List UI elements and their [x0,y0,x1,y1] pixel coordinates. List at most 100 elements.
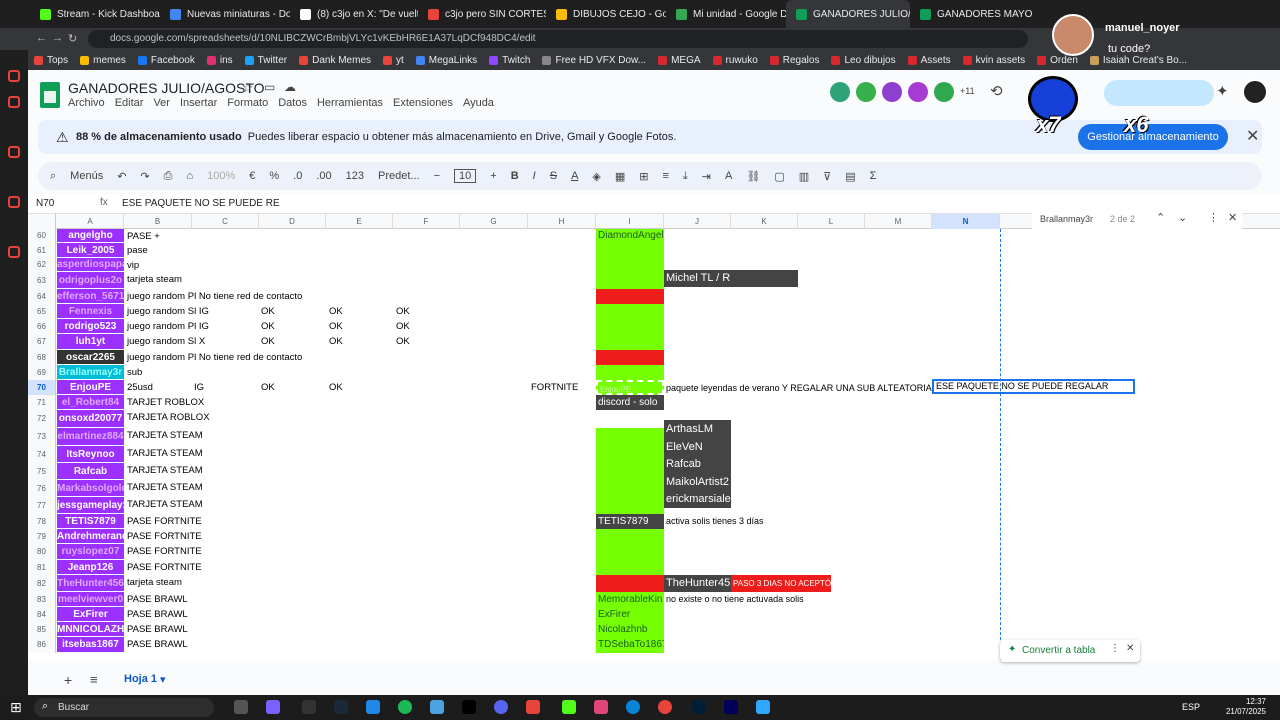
network-cell[interactable]: IG [194,382,204,393]
row-number[interactable]: 74 [28,446,56,463]
italic-icon[interactable]: I [533,170,536,182]
row-number[interactable]: 73 [28,428,56,446]
bookmark-item[interactable]: yt [383,55,404,66]
winner-name-cell[interactable]: Rafcab [57,463,124,480]
verification-cell[interactable]: OK [396,321,410,332]
epic-games-icon[interactable] [302,700,316,714]
winner-name-cell[interactable]: Markabsolgold [57,480,124,497]
row-number[interactable]: 86 [28,637,56,653]
prize-cell[interactable]: vip [127,260,139,271]
row-number[interactable]: 78 [28,514,56,529]
status-cell[interactable] [596,350,664,365]
prize-cell[interactable]: juego random Pl No tiene red de contacto [127,291,302,302]
menu-item[interactable]: Formato [227,97,268,109]
font-select[interactable]: Predet... [378,170,420,182]
align-icon[interactable]: ≡ [663,170,669,182]
status-cell[interactable] [596,319,664,334]
app-icon[interactable] [756,700,770,714]
row-number[interactable]: 75 [28,463,56,480]
prize-cell[interactable]: PASE BRAWL [127,609,188,620]
avatar[interactable] [856,82,876,102]
spotify-icon[interactable] [398,700,412,714]
menu-item[interactable]: Archivo [68,97,105,109]
prize-cell[interactable]: PASE BRAWL [127,594,188,605]
functions-icon[interactable]: Σ [870,170,877,182]
status-cell[interactable] [596,304,664,319]
browser-tab[interactable]: c3jo pero SIN CORTES! [418,0,546,28]
row-number[interactable]: 82 [28,575,56,592]
row-number[interactable]: 83 [28,592,56,607]
menus-search[interactable]: Menús [70,170,103,182]
menu-item[interactable]: Editar [115,97,144,109]
row-number[interactable]: 84 [28,607,56,622]
increase-decimal-button[interactable]: .00 [316,170,331,182]
winner-name-cell[interactable]: ExFirer [57,607,124,622]
note-cell[interactable]: EleVeN [664,437,731,456]
winner-name-cell[interactable]: Jeanp126 [57,560,124,575]
history-icon[interactable]: ⟲ [990,82,1003,100]
note-cell[interactable]: Michel TL / R [664,270,798,287]
winner-name-cell[interactable]: EnjouPE [57,380,124,395]
currency-button[interactable]: € [249,170,255,182]
prize-cell[interactable]: tarjeta steam [127,274,182,285]
bookmark-item[interactable]: Leo dibujos [831,55,896,66]
taskbar-search[interactable]: Buscar [34,698,214,717]
prize-cell[interactable]: TARJETA STEAM [127,499,203,510]
note-cell[interactable]: PASO 3 DIAS NO ACEPTÓ [731,575,832,592]
chevron-down-icon[interactable]: ▾ [160,673,166,686]
undo-icon[interactable]: ↶ [117,170,126,183]
select-all-corner[interactable] [28,214,56,229]
winner-name-cell[interactable]: ruyslopez07 [57,544,124,560]
copilot-icon[interactable] [266,700,280,714]
row-number[interactable]: 85 [28,622,56,637]
bookmark-item[interactable]: Free HD VFX Dow... [542,55,646,66]
winner-name-cell[interactable]: elmartinez884 [57,428,124,446]
star-icon[interactable]: ☆ [242,80,254,96]
prize-cell[interactable]: PASE FORTNITE [127,516,202,527]
row-number[interactable]: 81 [28,560,56,575]
edge-icon[interactable] [626,700,640,714]
status-cell[interactable]: TETIS7879 [596,514,664,529]
photoshop-icon[interactable] [692,700,706,714]
prize-cell[interactable]: juego random Sl IG [127,306,209,317]
winner-name-cell[interactable]: rodrigo523 [57,319,124,334]
menu-item[interactable]: Ver [153,97,170,109]
prize-cell[interactable]: PASE BRAWL [127,624,188,635]
verification-cell[interactable]: OK [329,306,343,317]
row-number[interactable]: 60 [28,229,56,243]
row-number[interactable]: 76 [28,480,56,497]
column-header-n[interactable]: N [932,214,1000,229]
winner-name-cell[interactable]: onsoxd20077 [57,410,124,428]
column-header-f[interactable]: F [393,214,460,229]
find-more-icon[interactable]: ⋮ [1208,211,1219,224]
menu-item[interactable]: Datos [278,97,307,109]
bookmark-item[interactable]: Twitch [489,55,530,66]
discord-icon[interactable] [494,700,508,714]
status-cell[interactable] [596,480,664,497]
prize-cell[interactable]: tarjeta steam [127,577,182,588]
status-cell[interactable] [596,463,664,480]
verification-cell[interactable]: OK [396,306,410,317]
more-icon[interactable]: ⋮ [1110,643,1120,654]
winner-name-cell[interactable]: efferson_5671 [57,289,124,304]
app-icon[interactable] [430,700,444,714]
status-cell[interactable] [596,272,664,289]
row-number[interactable]: 66 [28,319,56,334]
note-cell[interactable]: Rafcab [664,455,731,473]
valign-icon[interactable]: ⤓ [683,170,688,183]
filter-views-icon[interactable]: ▤ [845,170,855,183]
cloud-icon[interactable]: ☁ [284,80,296,94]
bookmark-item[interactable]: Tops [34,55,68,66]
row-number[interactable]: 77 [28,497,56,514]
winner-name-cell[interactable]: asperdiospapa [57,258,124,272]
verification-cell[interactable]: OK [329,382,343,393]
browser-tab[interactable]: Stream - Kick Dashboard [30,0,160,28]
menu-item[interactable]: Ayuda [463,97,494,109]
find-previous-icon[interactable]: ⌃ [1156,211,1165,224]
menu-item[interactable]: Extensiones [393,97,453,109]
menu-item[interactable]: Insertar [180,97,217,109]
browser-tab[interactable]: DIBUJOS CEJO - Google [546,0,666,28]
browser-tab[interactable]: Mi unidad - Google Drive [666,0,786,28]
prize-cell[interactable]: TARJETA STEAM [127,482,203,493]
note-cell[interactable]: erickmarsiale [664,490,731,508]
